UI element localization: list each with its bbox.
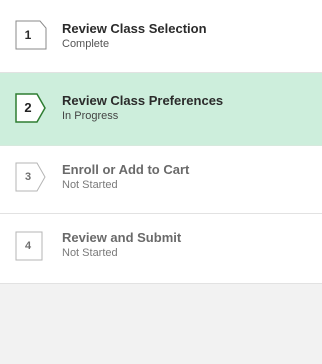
step-review-class-selection[interactable]: 1 Review Class Selection Complete	[0, 0, 322, 73]
step-title: Review Class Selection	[62, 21, 207, 36]
step-number: 2	[24, 100, 32, 115]
step-title: Enroll or Add to Cart	[62, 162, 190, 177]
step-enroll-or-add-to-cart[interactable]: 3 Enroll or Add to Cart Not Started	[0, 146, 322, 214]
step-status: In Progress	[62, 110, 119, 122]
step-title: Review Class Preferences	[62, 93, 224, 108]
step-title: Review and Submit	[62, 230, 182, 245]
step-number: 4	[24, 240, 32, 252]
step-navigator: 1 Review Class Selection Complete 2 Revi…	[0, 0, 322, 364]
step-number: 3	[24, 171, 32, 183]
step-review-and-submit[interactable]: 4 Review and Submit Not Started	[0, 214, 322, 284]
step-status: Not Started	[62, 179, 118, 191]
step-status: Complete	[62, 38, 110, 50]
step-3-marker: 3	[15, 162, 47, 192]
step-2-marker: 2	[15, 93, 47, 123]
step-review-class-preferences[interactable]: 2 Review Class Preferences In Progress	[0, 73, 322, 146]
step-status: Not Started	[62, 247, 118, 259]
step-number: 1	[24, 28, 32, 42]
step-1-marker: 1	[15, 20, 47, 50]
step-4-marker: 4	[15, 231, 47, 261]
